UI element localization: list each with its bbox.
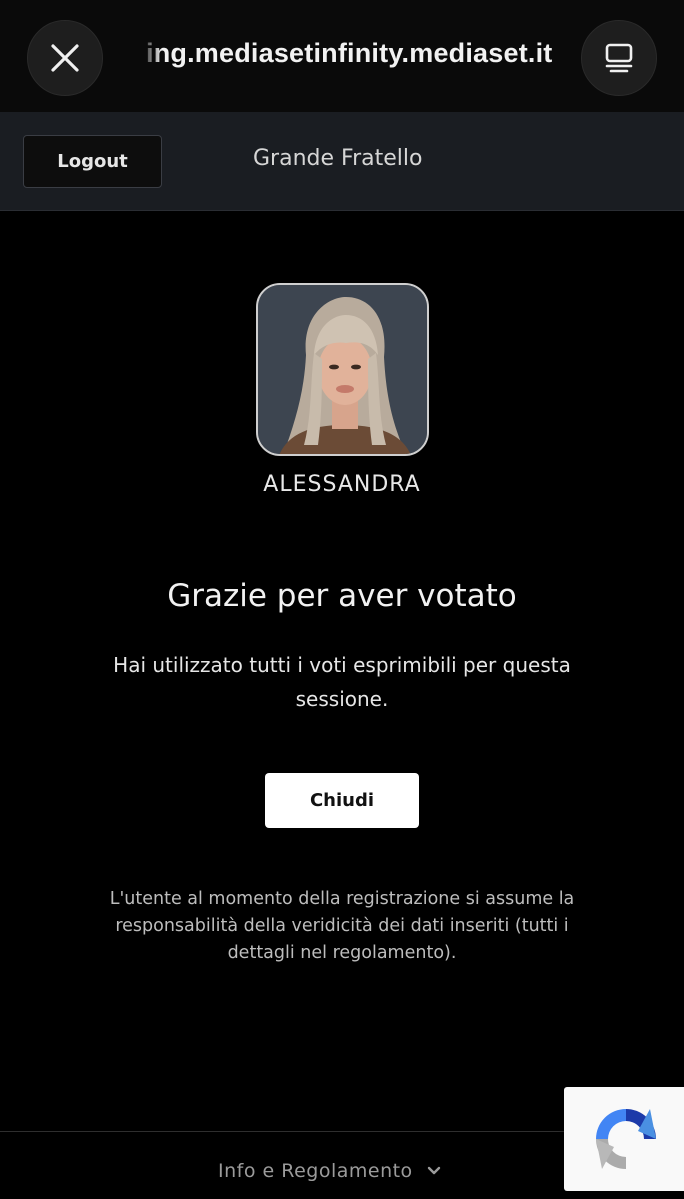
confirmation-message: Hai utilizzato tutti i voti esprimibili … bbox=[113, 653, 571, 711]
browser-top-bar: ing.mediasetinfinity.mediaset.it bbox=[0, 0, 684, 112]
app-header: Logout Grande Fratello bbox=[0, 112, 684, 211]
chevron-down-icon bbox=[427, 1166, 440, 1175]
logout-button[interactable]: Logout bbox=[23, 135, 162, 188]
tabs-icon bbox=[605, 43, 633, 73]
page: ing.mediasetinfinity.mediaset.it Logout … bbox=[0, 0, 684, 1199]
disclaimer-text: L'utente al momento della registrazione … bbox=[109, 889, 575, 963]
close-icon bbox=[51, 44, 79, 72]
recaptcha-icon bbox=[596, 1109, 656, 1169]
close-button[interactable]: Chiudi bbox=[265, 773, 419, 828]
contestant-avatar bbox=[256, 283, 429, 456]
address-bar-url[interactable]: ing.mediasetinfinity.mediaset.it bbox=[146, 38, 574, 78]
browser-tabs-button[interactable] bbox=[581, 20, 657, 96]
contestant-name: ALESSANDRA bbox=[263, 472, 421, 497]
recaptcha-badge[interactable] bbox=[564, 1087, 684, 1191]
show-title: Grande Fratello bbox=[253, 146, 423, 171]
url-fade bbox=[140, 30, 162, 86]
browser-close-button[interactable] bbox=[27, 20, 103, 96]
confirmation-title: Grazie per aver votato bbox=[167, 578, 517, 614]
info-regolamento-label: Info e Regolamento bbox=[218, 1160, 413, 1182]
info-regolamento-link[interactable]: Info e Regolamento bbox=[218, 1160, 441, 1182]
